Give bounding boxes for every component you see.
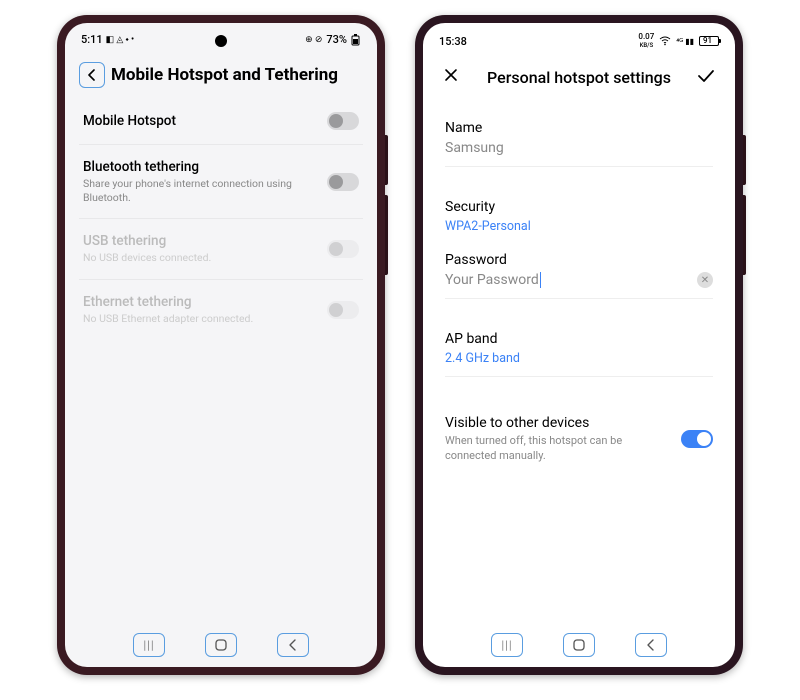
- nav-recents[interactable]: |||: [133, 633, 165, 657]
- toggle-usb-tethering: [327, 240, 359, 258]
- field-name[interactable]: Name Samsung: [445, 106, 713, 167]
- status-notif-icons: ◧ ◬ ⬩ •: [106, 35, 135, 45]
- power-button: [385, 195, 388, 275]
- row-title: Ethernet tethering: [83, 294, 317, 310]
- confirm-button[interactable]: [691, 67, 715, 88]
- row-title: Mobile Hotspot: [83, 113, 317, 129]
- camera-hole: [215, 35, 227, 47]
- row-bluetooth-tethering[interactable]: Bluetooth tethering Share your phone's i…: [79, 145, 363, 219]
- field-label: Password: [445, 252, 713, 268]
- status-system-icons: ⊕ ⊘: [305, 35, 322, 45]
- nav-recents[interactable]: |||: [491, 633, 523, 657]
- phone-frame-left: 5:11 ◧ ◬ ⬩ • ⊕ ⊘ 73% Mobile Hotspot and …: [57, 15, 385, 675]
- toggle-mobile-hotspot[interactable]: [327, 112, 359, 130]
- status-bar: 15:38 0.07KB/S ⁴ᴳ ▮▮ 91: [423, 23, 735, 53]
- row-subtitle: Share your phone's internet connection u…: [83, 177, 317, 204]
- field-link-value: WPA2-Personal: [445, 219, 713, 234]
- password-value: Your Password: [445, 272, 539, 288]
- battery-icon: 91: [699, 36, 719, 46]
- power-button: [743, 195, 746, 275]
- close-button[interactable]: [443, 67, 467, 88]
- page-title: Mobile Hotspot and Tethering: [111, 65, 338, 85]
- field-password[interactable]: Password Your Password ✕: [445, 238, 713, 299]
- text-cursor: [540, 272, 541, 288]
- status-battery-percent: 73%: [326, 33, 347, 46]
- row-visible-to-others[interactable]: Visible to other devices When turned off…: [445, 395, 713, 484]
- settings-list: Mobile Hotspot Bluetooth tethering Share…: [65, 98, 377, 340]
- row-subtitle: No USB Ethernet adapter connected.: [83, 312, 317, 326]
- wifi-icon: [659, 36, 671, 46]
- field-link-value: 2.4 GHz band: [445, 351, 713, 366]
- field-security[interactable]: Security WPA2-Personal: [445, 185, 713, 238]
- row-mobile-hotspot[interactable]: Mobile Hotspot: [79, 98, 363, 145]
- header: Personal hotspot settings: [423, 53, 735, 98]
- phone-frame-right: 15:38 0.07KB/S ⁴ᴳ ▮▮ 91 Personal hotspot…: [415, 15, 743, 675]
- clear-password-icon[interactable]: ✕: [697, 272, 713, 288]
- row-subtitle: When turned off, this hotspot can be con…: [445, 434, 669, 464]
- field-label: AP band: [445, 331, 713, 347]
- nav-home[interactable]: [205, 633, 237, 657]
- signal-icon: ⁴ᴳ ▮▮: [676, 37, 694, 46]
- toggle-ethernet-tethering: [327, 301, 359, 319]
- volume-button: [385, 135, 388, 185]
- row-ethernet-tethering: Ethernet tethering No USB Ethernet adapt…: [79, 280, 363, 340]
- battery-icon: [351, 34, 361, 46]
- field-label: Security: [445, 199, 713, 215]
- nav-home[interactable]: [563, 633, 595, 657]
- status-time: 5:11: [81, 33, 103, 46]
- nav-bar: |||: [423, 633, 735, 657]
- fields: Name Samsung Security WPA2-Personal Pass…: [423, 98, 735, 492]
- screen-left: 5:11 ◧ ◬ ⬩ • ⊕ ⊘ 73% Mobile Hotspot and …: [65, 23, 377, 667]
- nav-bar: |||: [65, 633, 377, 657]
- header: Mobile Hotspot and Tethering: [65, 50, 377, 98]
- page-title: Personal hotspot settings: [467, 68, 691, 87]
- toggle-bluetooth-tethering[interactable]: [327, 173, 359, 191]
- row-usb-tethering: USB tethering No USB devices connected.: [79, 219, 363, 280]
- toggle-visible[interactable]: [681, 430, 713, 448]
- screen-right: 15:38 0.07KB/S ⁴ᴳ ▮▮ 91 Personal hotspot…: [423, 23, 735, 667]
- status-data-rate: 0.07KB/S: [638, 33, 654, 49]
- row-subtitle: No USB devices connected.: [83, 251, 317, 265]
- row-title: USB tethering: [83, 233, 317, 249]
- status-time: 15:38: [439, 35, 467, 48]
- volume-button: [743, 135, 746, 185]
- field-label: Name: [445, 120, 713, 136]
- row-title: Visible to other devices: [445, 415, 669, 431]
- nav-back[interactable]: [635, 633, 667, 657]
- nav-back[interactable]: [277, 633, 309, 657]
- field-ap-band[interactable]: AP band 2.4 GHz band: [445, 317, 713, 377]
- row-title: Bluetooth tethering: [83, 159, 317, 175]
- back-button[interactable]: [79, 62, 105, 88]
- field-value: Samsung: [445, 140, 713, 156]
